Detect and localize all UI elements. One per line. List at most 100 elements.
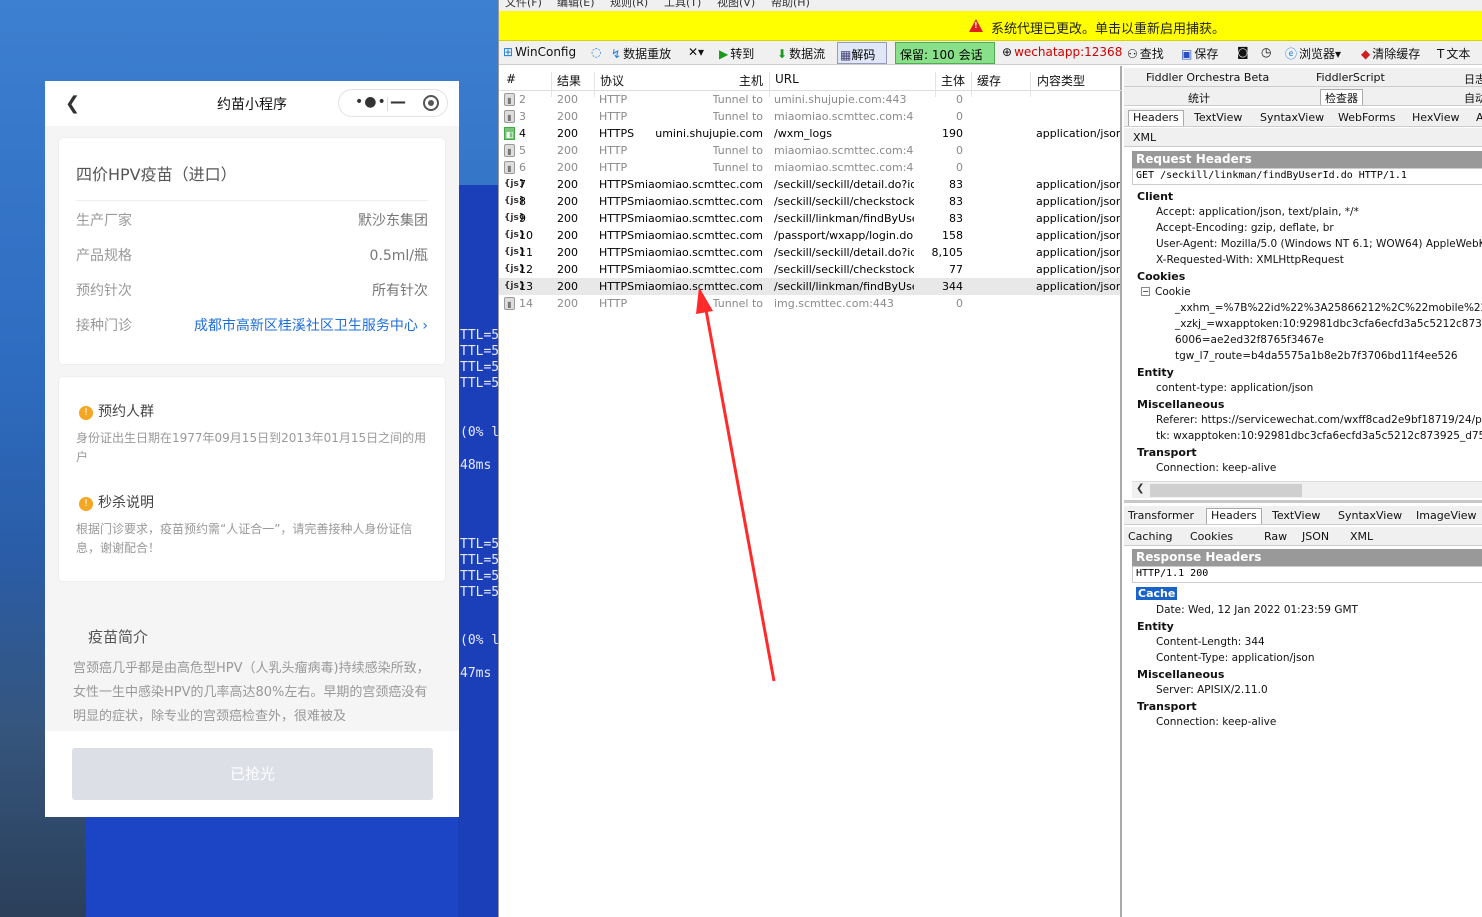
session-protocol: HTTPS: [599, 178, 635, 191]
replay-button[interactable]: ↯ 数据重放: [611, 45, 671, 62]
session-result: 200: [557, 246, 578, 259]
proxy-notice-bar[interactable]: 系统代理已更改。单击以重新启用捕获。: [499, 11, 1482, 41]
panel-splitter[interactable]: [1124, 500, 1482, 503]
camera-icon[interactable]: ◙: [1237, 45, 1251, 59]
inspector-tab[interactable]: JSON: [1302, 530, 1329, 543]
column-header[interactable]: 主体: [941, 72, 965, 89]
session-host: miaomiao.scmttec.com: [634, 280, 763, 293]
goto-button[interactable]: ▶ 转到: [719, 45, 754, 62]
save-button[interactable]: ▣ 保存: [1181, 45, 1218, 62]
close-icon[interactable]: [423, 95, 439, 111]
inspector-tab[interactable]: A: [1476, 111, 1482, 124]
horizontal-scrollbar[interactable]: ❮: [1132, 481, 1482, 498]
inspector-tab[interactable]: Cookies: [1190, 530, 1233, 543]
sold-out-button[interactable]: 已抢光: [72, 748, 433, 800]
session-row[interactable]: {js} 9 200 HTTPS miaomiao.scmttec.com/seckil…: [499, 210, 1120, 227]
inspector-tab[interactable]: Fiddler Orchestra Beta: [1146, 71, 1269, 84]
session-row[interactable]: {js} 11 200 HTTPS miaomiao.scmttec.com/secki…: [499, 244, 1120, 261]
request-tabs-2: XML: [1124, 128, 1482, 147]
session-row[interactable]: ▮ 6 200 HTTP Tunnel to miaomiao.scmttec.com:4…: [499, 159, 1120, 176]
inspector-tab[interactable]: 检查器: [1320, 89, 1363, 105]
session-row[interactable]: ▮ 14 200 HTTP Tunnel to img.scmttec.com:443 0: [499, 295, 1120, 312]
inspector-tab[interactable]: Caching: [1128, 530, 1172, 543]
text-wizard-button[interactable]: T 文本: [1437, 45, 1470, 62]
inspector-tab[interactable]: SyntaxView: [1338, 509, 1402, 522]
timer-icon[interactable]: ◷: [1261, 45, 1273, 59]
inspector-tab[interactable]: 自动: [1464, 90, 1482, 105]
column-header[interactable]: #: [506, 72, 516, 86]
comment-icon[interactable]: ◌: [591, 45, 603, 59]
clear-cache-button[interactable]: ◆ 清除缓存: [1361, 45, 1420, 62]
inspector-tab[interactable]: Raw: [1264, 530, 1287, 543]
session-host: Tunnel to: [712, 161, 763, 174]
inspector-tab[interactable]: ImageView: [1416, 509, 1477, 522]
column-header[interactable]: 内容类型: [1037, 72, 1085, 89]
session-row[interactable]: {js} 8 200 HTTPS miaomiao.scmttec.com/seckil…: [499, 193, 1120, 210]
menu-item[interactable]: 文件(F): [505, 0, 542, 10]
session-row[interactable]: {js} 10 200 HTTPS miaomiao.scmttec.com/passp…: [499, 227, 1120, 244]
cookie-item[interactable]: Cookie: [1155, 286, 1191, 298]
warning-icon: [969, 19, 983, 32]
session-row[interactable]: {js} 7 200 HTTPS miaomiao.scmttec.com/seckil…: [499, 176, 1120, 193]
intro-title: 疫苗简介: [88, 628, 149, 646]
column-header[interactable]: URL: [775, 72, 799, 86]
minimize-icon[interactable]: —: [389, 92, 407, 111]
column-header[interactable]: 主机: [739, 72, 763, 89]
column-header[interactable]: 协议: [600, 72, 624, 89]
session-row[interactable]: ▮ 2 200 HTTP Tunnel to umini.shujupie.com:443…: [499, 91, 1120, 108]
lock-icon: ▮: [504, 93, 515, 106]
session-row[interactable]: ▮ 5 200 HTTP Tunnel to miaomiao.scmttec.com:4…: [499, 142, 1120, 159]
column-header[interactable]: 结果: [557, 72, 581, 89]
menu-item[interactable]: 帮助(H): [771, 0, 810, 10]
menu-item[interactable]: 编辑(E): [557, 0, 595, 10]
inspector-tab[interactable]: HexView: [1412, 111, 1459, 124]
replay-icon: ↯: [611, 47, 622, 61]
session-num: 8: [519, 195, 526, 208]
session-row[interactable]: {js} 12 200 HTTPS miaomiao.scmttec.com/secki…: [499, 261, 1120, 278]
browse-button[interactable]: ⓔ 浏览器▾: [1285, 45, 1341, 62]
inspector-tab[interactable]: Transformer: [1128, 509, 1194, 522]
session-url: /seckill/seckill/detail.do?id...: [774, 246, 914, 259]
inspector-tab[interactable]: TextView: [1272, 509, 1320, 522]
inspector-tab[interactable]: WebForms: [1338, 111, 1395, 124]
winconfig-button[interactable]: ⊞ WinConfig: [503, 45, 576, 59]
inspector-tab[interactable]: Headers: [1206, 508, 1262, 524]
process-filter[interactable]: ⊕ wechatapp:12368: [1002, 45, 1122, 59]
inspector-tab[interactable]: TextView: [1194, 111, 1242, 124]
remove-button[interactable]: ✕▾: [688, 45, 706, 59]
inspector-tab[interactable]: XML: [1350, 530, 1373, 543]
find-button[interactable]: ⚇ 查找: [1127, 45, 1164, 62]
collapse-icon[interactable]: −: [1141, 287, 1150, 296]
menu-item[interactable]: 视图(V): [717, 0, 755, 10]
vaccine-name: 四价HPV疫苗（进口）: [76, 165, 237, 184]
session-body: 0: [956, 144, 963, 157]
session-row[interactable]: ◧ 4 200 HTTPS umini.shujupie.com/wxm_logs 190…: [499, 125, 1120, 142]
decode-button[interactable]: ▦解码: [837, 42, 887, 64]
inspector-tab[interactable]: SyntaxView: [1260, 111, 1324, 124]
scroll-thumb[interactable]: [1150, 484, 1302, 497]
inspector-tab[interactable]: XML: [1133, 131, 1156, 144]
session-row[interactable]: ▮ 3 200 HTTP Tunnel to miaomiao.scmttec.com:4…: [499, 108, 1120, 125]
inspector-tab[interactable]: FiddlerScript: [1316, 71, 1385, 84]
inspector-tab[interactable]: 统计: [1188, 90, 1210, 105]
menu-item[interactable]: 工具(T): [664, 0, 701, 10]
menu-item[interactable]: 规则(R): [610, 0, 648, 10]
inspector-tab[interactable]: 日志: [1464, 71, 1482, 86]
console-window-bottom: [86, 810, 458, 917]
notice-card: ! 预约人群 身份证出生日期在1977年09月15日到2013年01月15日之间的…: [59, 377, 445, 581]
stream-button[interactable]: ⬇ 数据流: [777, 45, 825, 62]
seckill-text: 根据门诊要求，疫苗预约需“人证合一”，请完善接种人身份证信息，谢谢配合！: [76, 522, 413, 555]
session-url: umini.shujupie.com:443: [774, 93, 907, 106]
session-url: /seckill/seckill/checkstock2...: [774, 195, 914, 208]
group-cache[interactable]: Cache: [1136, 587, 1178, 600]
keep-sessions-dropdown[interactable]: 保留: 100 会话 ▾: [895, 42, 995, 77]
column-header[interactable]: 缓存: [977, 72, 1001, 89]
inspector-tab[interactable]: Headers: [1128, 110, 1184, 126]
session-url: /seckill/seckill/checkstock2...: [774, 263, 914, 276]
console-line: TTL=5: [460, 360, 500, 375]
more-icon[interactable]: •●•: [355, 94, 387, 110]
clinic-link[interactable]: 成都市高新区桂溪社区卫生服务中心 ›: [194, 315, 428, 335]
info-icon: !: [79, 406, 93, 420]
scroll-left-icon[interactable]: ❮: [1136, 483, 1144, 494]
session-row[interactable]: {js} 13 200 HTTPS miaomiao.scmttec.com/secki…: [499, 278, 1120, 295]
